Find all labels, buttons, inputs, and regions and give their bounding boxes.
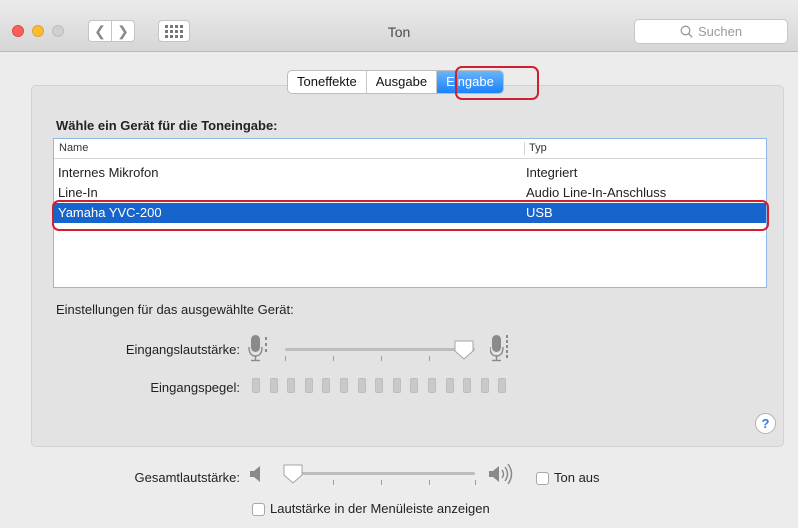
microphone-low-icon bbox=[248, 335, 267, 362]
device-row[interactable]: Internes Mikrofon Integriert bbox=[54, 163, 766, 183]
slider-knob[interactable] bbox=[282, 463, 304, 485]
help-button[interactable]: ? bbox=[755, 413, 776, 434]
level-segment bbox=[480, 378, 489, 393]
speaker-low-icon bbox=[250, 466, 260, 482]
level-segment bbox=[428, 378, 436, 393]
speaker-high-icon bbox=[489, 463, 513, 485]
level-segment bbox=[340, 378, 348, 393]
output-volume-label: Gesamtlautstärke: bbox=[134, 470, 241, 485]
title-bar: ❮ ❯ Ton Suchen bbox=[0, 0, 798, 52]
slider-tick bbox=[333, 356, 334, 361]
tab-ausgabe[interactable]: Ausgabe bbox=[367, 71, 438, 93]
slider-tick bbox=[475, 480, 476, 485]
search-icon bbox=[680, 25, 693, 38]
settings-label: Einstellungen für das ausgewählte Gerät: bbox=[56, 302, 294, 317]
level-segment bbox=[410, 378, 419, 393]
column-header-name[interactable]: Name bbox=[59, 142, 88, 154]
level-segment bbox=[498, 378, 507, 393]
search-field[interactable]: Suchen bbox=[634, 19, 788, 44]
device-type: Integriert bbox=[526, 165, 578, 180]
device-type: Audio Line-In-Anschluss bbox=[526, 185, 667, 200]
slider-track bbox=[285, 348, 475, 351]
slider-tick bbox=[381, 356, 382, 361]
search-placeholder: Suchen bbox=[697, 24, 743, 39]
level-segment bbox=[269, 378, 278, 393]
level-segment bbox=[304, 378, 313, 393]
level-segment bbox=[322, 378, 331, 393]
tab-annotation-highlight bbox=[455, 66, 539, 100]
show-volume-menubar-label: Lautstärke in der Menüleiste anzeigen bbox=[270, 501, 490, 516]
level-segment bbox=[445, 378, 454, 393]
level-segment bbox=[287, 378, 296, 393]
slider-knob[interactable] bbox=[453, 339, 475, 361]
level-segment bbox=[392, 378, 401, 393]
input-level-label: Eingangspegel: bbox=[150, 380, 240, 395]
device-name: Internes Mikrofon bbox=[58, 165, 159, 180]
list-header: Name Typ bbox=[54, 139, 766, 159]
choose-device-label: Wähle ein Gerät für die Toneingabe: bbox=[56, 118, 278, 133]
slider-tick bbox=[429, 480, 430, 485]
mute-checkbox[interactable] bbox=[536, 472, 549, 485]
slider-track bbox=[285, 472, 475, 475]
question-icon: ? bbox=[761, 416, 770, 431]
level-segment bbox=[252, 378, 260, 393]
show-volume-menubar-checkbox[interactable] bbox=[252, 503, 265, 516]
slider-tick bbox=[285, 356, 286, 361]
slider-tick bbox=[381, 480, 382, 485]
level-segment bbox=[375, 378, 384, 393]
tab-toneffekte[interactable]: Toneffekte bbox=[288, 71, 367, 93]
device-name: Line-In bbox=[58, 185, 98, 200]
level-segment bbox=[463, 378, 472, 393]
input-volume-label: Eingangslautstärke: bbox=[125, 342, 240, 357]
slider-tick bbox=[429, 356, 430, 361]
row-annotation-highlight bbox=[52, 200, 769, 231]
microphone-high-icon bbox=[490, 335, 508, 362]
slider-tick bbox=[333, 480, 334, 485]
mute-label: Ton aus bbox=[554, 470, 600, 485]
level-segment bbox=[357, 378, 366, 393]
column-header-type[interactable]: Typ bbox=[524, 142, 547, 155]
